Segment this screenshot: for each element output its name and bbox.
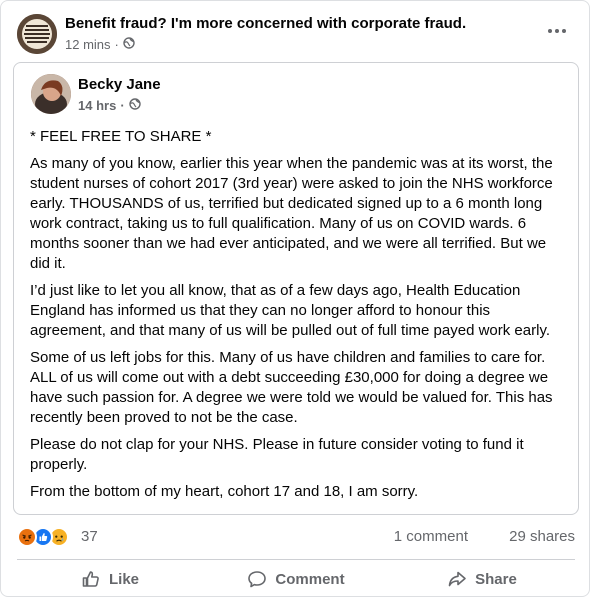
author-name[interactable]: Becky Jane (78, 76, 161, 93)
share-icon (447, 569, 467, 589)
comment-icon (247, 569, 267, 589)
shared-post-timestamp[interactable]: 14 hrs (78, 98, 116, 113)
page-avatar[interactable] (17, 14, 57, 54)
globe-icon (128, 98, 141, 113)
shared-post-meta: 14 hrs · (78, 98, 141, 113)
action-bar: Like Comment Share (17, 561, 575, 596)
post-header: Benefit fraud? I'm more concerned with c… (1, 1, 589, 63)
like-button[interactable]: Like (17, 561, 203, 596)
divider (17, 559, 575, 560)
angry-icon (17, 527, 37, 547)
post-card: Benefit fraud? I'm more concerned with c… (0, 0, 590, 597)
post-paragraph: Please do not clap for your NHS. Please … (30, 436, 524, 473)
like-label: Like (108, 570, 139, 588)
post-body: * FEEL FREE TO SHARE * As many of you kn… (30, 127, 570, 509)
post-title[interactable]: Benefit fraud? I'm more concerned with c… (65, 15, 466, 32)
comment-label: Comment (275, 570, 345, 588)
comment-button[interactable]: Comment (203, 561, 389, 596)
reaction-count[interactable]: 37 (81, 528, 98, 545)
share-button[interactable]: Share (389, 561, 575, 596)
reactions-bar: 37 1 comment 29 shares (17, 524, 575, 550)
shared-post: Becky Jane 14 hrs · * FEEL FREE TO SHARE… (13, 62, 579, 515)
meta-separator: · (120, 98, 125, 113)
more-icon (548, 29, 552, 33)
post-paragraph: From the bottom of my heart, cohort 17 a… (30, 483, 419, 500)
post-paragraph: * FEEL FREE TO SHARE * (30, 128, 212, 145)
comments-count[interactable]: 1 comment (394, 528, 468, 545)
post-paragraph: As many of you know, earlier this year w… (30, 155, 553, 272)
more-options-button[interactable] (541, 17, 573, 45)
post-timestamp[interactable]: 12 mins (65, 37, 111, 52)
reaction-icons[interactable] (17, 527, 77, 547)
like-outline-icon (81, 569, 101, 589)
shares-count[interactable]: 29 shares (509, 528, 575, 545)
share-label: Share (475, 570, 517, 588)
author-avatar[interactable] (31, 74, 71, 114)
globe-icon (123, 37, 135, 52)
post-paragraph: I’d just like to let you all know, that … (30, 282, 550, 339)
post-paragraph: Some of us left jobs for this. Many of u… (30, 349, 553, 426)
post-meta: 12 mins · (65, 37, 135, 52)
meta-separator: · (114, 37, 119, 52)
